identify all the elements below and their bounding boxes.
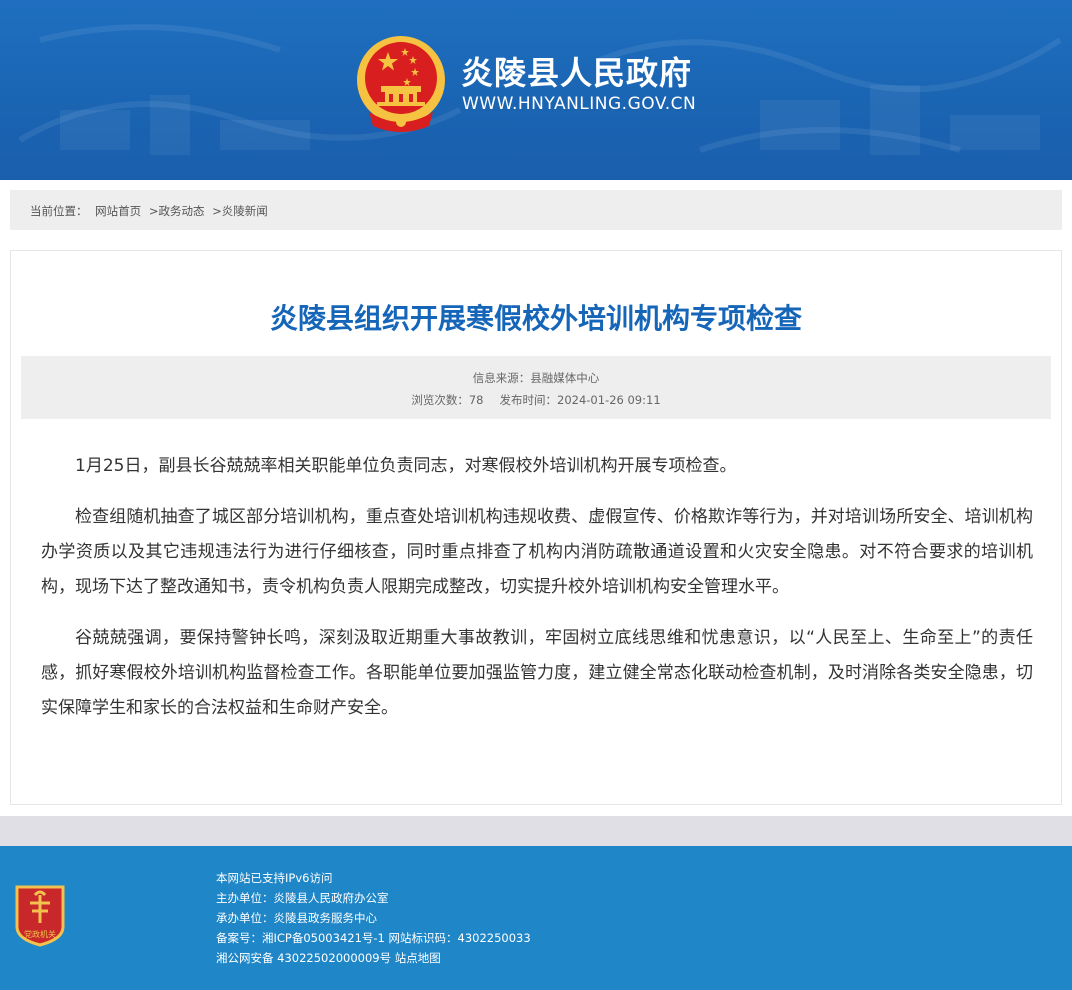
breadcrumb: 当前位置： 网站首页 >政务动态 >炎陵新闻 [10,190,1062,230]
breadcrumb-yanling-news-link[interactable]: >炎陵新闻 [212,204,268,218]
site-url: WWW.HNYANLING.GOV.CN [462,94,697,114]
site-brand[interactable]: 炎陵县人民政府 WWW.HNYANLING.GOV.CN [355,34,755,134]
views-label: 浏览次数： [411,393,469,407]
party-badge-text: 党政机关 [24,929,56,939]
site-header: 炎陵县人民政府 WWW.HNYANLING.GOV.CN [0,0,1072,180]
breadcrumb-home-link[interactable]: 网站首页 [95,204,141,218]
footer-organizer-line: 承办单位：炎陵县政务服务中心 [216,911,377,925]
footer-police-sitemap-line[interactable]: 湘公网安备 43022502000009号 站点地图 [216,948,531,968]
article-meta: 信息来源：县融媒体中心 浏览次数：78 发布时间：2024-01-26 09:11 [21,356,1051,419]
footer-ipv6-line: 本网站已支持IPv6访问 [216,871,333,885]
article-container: 炎陵县组织开展寒假校外培训机构专项检查 信息来源：县融媒体中心 浏览次数：78 发… [10,250,1062,805]
footer-divider-band [0,816,1072,846]
publish-date: 2024-01-26 09:11 [557,393,661,407]
article-paragraph: 检查组随机抽查了城区部分培训机构，重点查处培训机构违规收费、虚假宣传、价格欺诈等… [41,507,1033,597]
footer-info: 本网站已支持IPv6访问 主办单位：炎陵县人民政府办公室 承办单位：炎陵县政务服… [216,868,531,968]
article-content: 1月25日，副县长谷兢兢率相关职能单位负责同志，对寒假校外培训机构开展专项检查。… [41,449,1033,742]
article-stats: 浏览次数：78 发布时间：2024-01-26 09:11 [21,392,1051,408]
national-emblem-icon [357,36,445,132]
article-title: 炎陵县组织开展寒假校外培训机构专项检查 [269,302,802,335]
breadcrumb-current-label: 当前位置： [30,204,88,218]
breadcrumb-news-link[interactable]: >政务动态 [149,204,205,218]
article-paragraph: 谷兢兢强调，要保持警钟长鸣，深刻汲取近期重大事故教训，牢固树立底线思维和忧患意识… [41,628,1033,718]
article-paragraph: 1月25日，副县长谷兢兢率相关职能单位负责同志，对寒假校外培训机构开展专项检查。 [75,456,737,476]
site-footer: 党政机关 本网站已支持IPv6访问 主办单位：炎陵县人民政府办公室 承办单位：炎… [0,846,1072,990]
party-government-badge-icon[interactable]: 党政机关 [13,883,67,947]
views-count: 78 [468,393,484,407]
footer-icp-line[interactable]: 备案号：湘ICP备05003421号-1 网站标识码：4302250033 [216,928,531,948]
footer-sponsor-line: 主办单位：炎陵县人民政府办公室 [216,891,389,905]
article-source: 信息来源：县融媒体中心 [472,371,600,385]
site-name: 炎陵县人民政府 [461,54,693,92]
publish-date-label: 发布时间： [499,393,558,407]
